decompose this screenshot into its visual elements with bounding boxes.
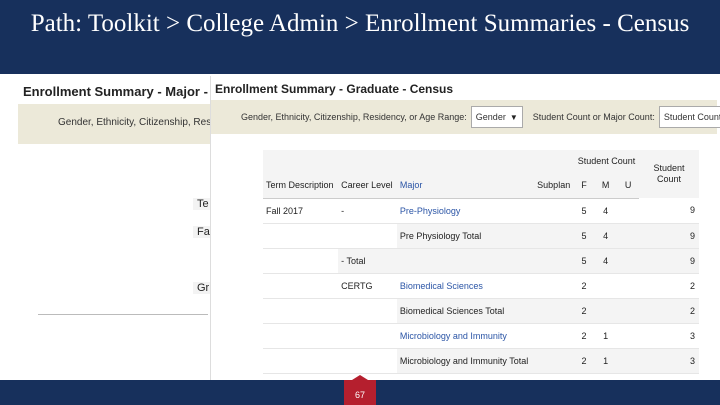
cell-m [593,273,618,299]
table-header-spacer [396,150,535,172]
major-link[interactable]: Biomedical Sciences [396,273,535,299]
cell-count: 3 [639,348,699,374]
cell-f: 2 [574,298,594,324]
table-group-header-row: Student Count Student Count [263,150,699,198]
cell-m: 1 [593,323,618,349]
table-row: Microbiology and Immunity 2 1 3 [263,323,699,349]
cell-u [617,198,639,224]
major-report-title: Enrollment Summary - Major - [23,84,208,99]
slide-title: Path: Toolkit > College Admin > Enrollme… [30,10,690,37]
cell-u [617,348,639,374]
cell-term [263,348,339,374]
page-number-badge: 67 [344,380,376,405]
cell-subplan [534,223,575,249]
cell-term [263,273,339,299]
major-link[interactable]: Microbiology and Immunity [396,323,535,349]
column-header-major[interactable]: Major [396,172,535,199]
cell-m: 4 [593,223,618,249]
cell-career: CERTG [338,273,397,299]
gender-filter-value: Gender [475,112,506,122]
student-count-group-header: Student Count [574,150,639,172]
cell-career [338,298,397,324]
cell-u [617,323,639,349]
graduate-report-screenshot: Enrollment Summary - Graduate - Census G… [210,76,720,380]
cell-f: 5 [574,248,594,274]
cell-subplan [534,298,575,324]
table-header-row: Term Description Career Level Major Subp… [263,172,699,199]
table-row: Fall 2017 - Pre-Physiology 5 4 9 [263,198,699,224]
cell-subplan [534,323,575,349]
cell-major-total: Pre Physiology Total [396,223,535,249]
table-row: Microbiology and Immunity Total 2 1 3 [263,348,699,374]
count-filter-value: Student Count [663,112,720,122]
major-report-filter-label: Gender, Ethnicity, Citizenship, Resid [58,117,213,128]
cell-major [396,248,535,274]
cell-count: 3 [639,323,699,349]
cell-count: 9 [639,198,699,224]
gender-filter-label: Gender, Ethnicity, Citizenship, Residenc… [241,112,467,122]
table-header-spacer [534,150,575,172]
gender-filter-select[interactable]: Gender ▼ [470,106,523,128]
divider [38,314,208,315]
graduate-report-filter-bar: Gender, Ethnicity, Citizenship, Residenc… [211,100,720,134]
count-filter-select[interactable]: Student Count ▼ [658,106,720,128]
table-row: Biomedical Sciences Total 2 2 [263,298,699,324]
cell-count: 9 [639,223,699,249]
cell-m: 1 [593,348,618,374]
count-filter-label: Student Count or Major Count: [532,112,655,122]
major-report-filter-bar: Gender, Ethnicity, Citizenship, Resid [18,104,213,144]
cell-career [338,348,397,374]
table-header-spacer [338,150,397,172]
column-header-career-level: Career Level [338,172,397,199]
cell-u [617,223,639,249]
cell-term [263,248,339,274]
column-header-student-count: Student Count [639,150,699,198]
enrollment-table: Student Count Student Count Term Descrip… [263,150,699,374]
column-header-term: Term Description [263,172,339,199]
screenshot-area: Enrollment Summary - Major - Gender, Eth… [0,74,720,382]
column-header-f: F [574,172,594,199]
cell-f: 5 [574,223,594,249]
cell-f: 2 [574,348,594,374]
column-header-u: U [617,172,639,199]
table-row: - Total 5 4 9 [263,248,699,274]
cell-term [263,298,339,324]
cell-f: 5 [574,198,594,224]
cell-career-total: - Total [338,248,397,274]
enrollment-table-container: Student Count Student Count Term Descrip… [263,150,699,374]
cell-u [617,298,639,324]
cell-major-total: Microbiology and Immunity Total [396,348,535,374]
cell-career [338,323,397,349]
major-report-screenshot: Enrollment Summary - Major - Gender, Eth… [18,78,213,382]
cell-u [617,248,639,274]
column-header-m: M [593,172,618,199]
cell-count: 9 [639,248,699,274]
cell-u [617,273,639,299]
cell-subplan [534,348,575,374]
column-header-subplan: Subplan [534,172,575,199]
cell-subplan [534,248,575,274]
cell-term [263,323,339,349]
cell-subplan [534,273,575,299]
table-row: CERTG Biomedical Sciences 2 2 [263,273,699,299]
cell-m [593,298,618,324]
cell-career: - [338,198,397,224]
cell-career [338,223,397,249]
cell-count: 2 [639,273,699,299]
cell-m: 4 [593,198,618,224]
cell-term: Fall 2017 [263,198,339,224]
cell-count: 2 [639,298,699,324]
graduate-report-title: Enrollment Summary - Graduate - Census [215,82,454,96]
table-header-spacer [263,150,339,172]
cell-f: 2 [574,323,594,349]
cell-subplan [534,198,575,224]
major-link[interactable]: Pre-Physiology [396,198,535,224]
cell-major-total: Biomedical Sciences Total [396,298,535,324]
table-row: Pre Physiology Total 5 4 9 [263,223,699,249]
cell-term [263,223,339,249]
cell-f: 2 [574,273,594,299]
cell-m: 4 [593,248,618,274]
dropdown-arrow-icon: ▼ [509,112,518,122]
